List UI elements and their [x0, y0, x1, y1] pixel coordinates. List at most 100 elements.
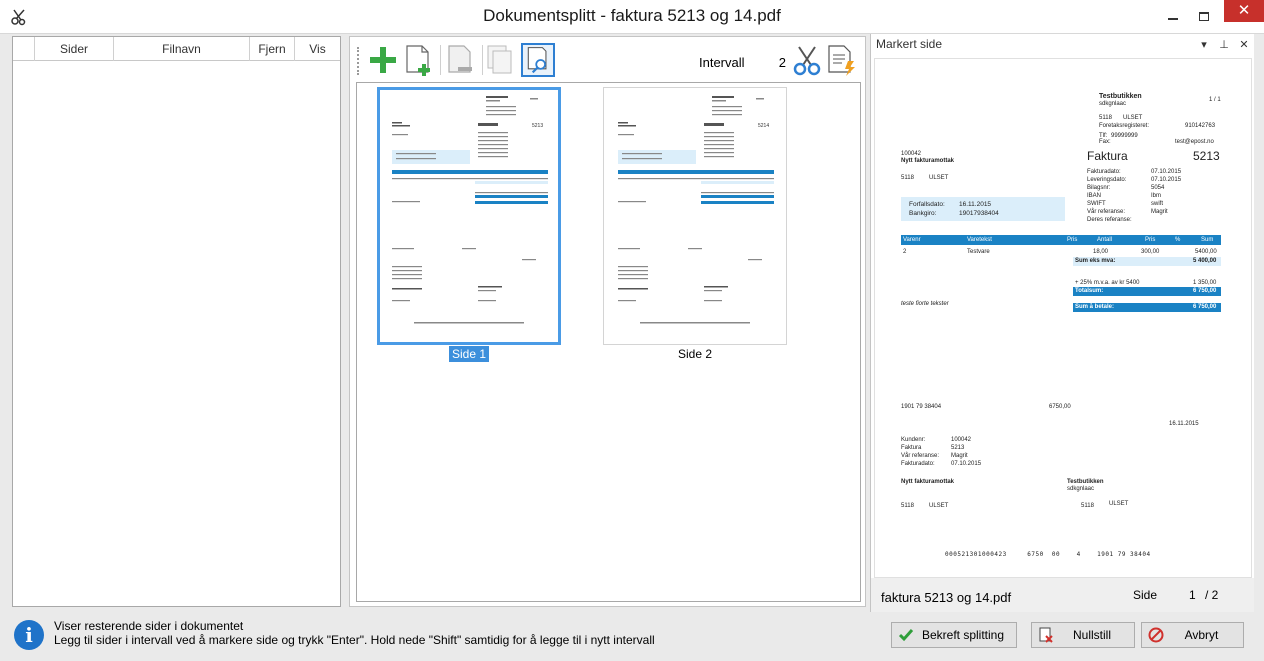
page-thumbnail-image: 5213 [392, 96, 548, 324]
slip-payee-sub: sdkgnlaac [1067, 486, 1095, 492]
slip-payer: Nytt fakturamottak [901, 479, 955, 485]
workspace: Sider Filnavn Fjern Vis Intervall 2 5213… [0, 34, 1264, 612]
add-interval-icon[interactable] [366, 43, 400, 77]
invoice-title: Faktura [1087, 149, 1128, 163]
th-antall: Antall [1097, 237, 1113, 243]
slip-value: Magrit [951, 453, 968, 459]
org-label: Foretaksregisteret: [1099, 123, 1150, 129]
row-varetekst: Testvare [967, 249, 990, 255]
checkmark-icon [898, 629, 914, 642]
col-header-fjern[interactable]: Fjern [250, 37, 295, 61]
bank-label: Bankgiro: [909, 210, 937, 217]
split-scissors-icon[interactable] [791, 43, 823, 77]
slip-label: Vår referanse: [901, 453, 940, 459]
pay-label: Sum å betale: [1075, 304, 1115, 310]
col-header-sider[interactable]: Sider [35, 37, 114, 61]
email: test@epost.no [1175, 139, 1214, 145]
pay-value: 6 750,00 [1193, 304, 1217, 310]
invoice-number: 5213 [1193, 149, 1220, 163]
due-label: Forfallsdato: [909, 201, 945, 208]
toolbar-separator [482, 45, 483, 75]
total-value: 6 750,00 [1193, 288, 1217, 294]
add-page-icon[interactable] [402, 43, 436, 77]
slip-label: Kundenr: [901, 437, 926, 443]
close-icon: ✕ [1237, 2, 1251, 19]
thumbnail-area: 5213 Side 1 5214 Side 2 [356, 82, 861, 602]
page-thumbnail-image: 5214 [618, 96, 774, 324]
thumbnail-label-2[interactable]: Side 2 [603, 347, 787, 361]
maximize-button[interactable] [1181, 0, 1227, 30]
seller-sub: sdkgnlaac [1099, 101, 1127, 107]
vat-line: + 25% m.v.a. av kr 5400 [1075, 280, 1140, 286]
col-header-vis[interactable]: Vis [295, 37, 340, 61]
bank-value: 19017938404 [959, 210, 999, 217]
th-sum: Sum [1201, 237, 1214, 243]
page-ratio: 1 / 1 [1209, 97, 1221, 103]
thumbnail-label-1[interactable]: Side 1 [377, 346, 561, 362]
seller-zip: 5118 [1099, 115, 1112, 121]
slip-label: Faktura [901, 445, 922, 451]
document-settings-icon[interactable] [824, 43, 858, 77]
row-antall: 18,00 [1093, 249, 1109, 255]
maximize-icon [1199, 11, 1209, 21]
customer-no: 100042 [901, 151, 922, 157]
amount-line: 6750,00 [1049, 404, 1071, 410]
confirm-split-button[interactable]: Bekreft splitting [891, 622, 1017, 648]
slip-payee: Testbutikken [1067, 479, 1104, 485]
total-label: Totalsum: [1075, 288, 1104, 294]
toolbar: Intervall 2 [350, 37, 865, 81]
page-current[interactable]: 1 [1189, 588, 1196, 602]
ocr-line: 000521301000423 6750 00 4 1901 79 38404 [945, 551, 1151, 558]
preview-title: Markert side [876, 37, 943, 51]
meta-label: Vår referanse: [1087, 209, 1126, 215]
col-header-filnavn[interactable]: Filnavn [114, 37, 250, 61]
account-line: 1901 79 38404 [901, 404, 942, 410]
meta-value: 5054 [1151, 185, 1165, 191]
th-pris: Pris [1067, 237, 1078, 243]
meta-label: Bilagsnr: [1087, 185, 1111, 191]
reset-button[interactable]: Nullstill [1031, 622, 1135, 648]
list-header: Sider Filnavn Fjern Vis [13, 37, 340, 61]
cancel-label: Avbryt [1184, 628, 1219, 642]
toolbar-grip[interactable] [357, 47, 361, 75]
sum-ex-label: Sum eks mva: [1075, 258, 1116, 264]
org-value: 910142763 [1185, 123, 1216, 129]
row-pris: 300,00 [1141, 249, 1160, 255]
meta-value: Ibm [1151, 193, 1162, 199]
row-varenr: 2 [903, 249, 907, 255]
date-line: 16.11.2015 [1169, 421, 1199, 427]
remove-page-icon[interactable] [444, 43, 478, 77]
page-thumbnail-2[interactable]: 5214 [603, 87, 787, 345]
seller-name: Testbutikken [1099, 93, 1142, 100]
preview-filename: faktura 5213 og 14.pdf [881, 590, 1012, 605]
page-thumbnail-1[interactable]: 5213 [377, 87, 561, 345]
close-panel-icon[interactable]: ✕ [1237, 38, 1251, 51]
status-bar: i Viser resterende sider i dokumentet Le… [0, 612, 1264, 661]
invoice-document: Testbutikken sdkgnlaac 1 / 1 5118 ULSET … [875, 59, 1251, 577]
slip-payer-zip: 5118 [901, 503, 914, 509]
thumbnail-invoice-no: 5213 [532, 123, 543, 129]
meta-label: Deres referanse: [1087, 217, 1132, 223]
pin-icon[interactable]: ⊥ [1217, 38, 1231, 51]
table-header-bar [901, 235, 1221, 245]
thumbnail-invoice-no: 5214 [758, 123, 769, 129]
sum-ex-value: 5 400,00 [1193, 258, 1217, 264]
title-bar: Dokumentsplitt - faktura 5213 og 14.pdf … [0, 0, 1264, 34]
col-header-select[interactable] [13, 37, 35, 61]
confirm-split-label: Bekreft splitting [921, 628, 1005, 642]
cancel-button[interactable]: Avbryt [1141, 622, 1244, 648]
zoom-preview-icon[interactable] [521, 43, 555, 77]
slip-label: Fakturadato: [901, 461, 935, 467]
interval-value: 2 [778, 55, 786, 70]
cancel-icon [1148, 627, 1164, 643]
copy-pages-icon[interactable] [484, 43, 518, 77]
slip-value: 100042 [951, 437, 972, 443]
dropdown-arrow-icon[interactable]: ▾ [1197, 38, 1211, 51]
customer-name: Nytt fakturamottak [901, 158, 955, 164]
meta-value: 07.10.2015 [1151, 177, 1182, 183]
interval-label: Intervall [699, 55, 745, 70]
slip-value: 07.10.2015 [951, 461, 982, 467]
close-button[interactable]: ✕ [1224, 0, 1264, 22]
meta-value: 07.10.2015 [1151, 169, 1182, 175]
seller-city: ULSET [1123, 115, 1143, 121]
